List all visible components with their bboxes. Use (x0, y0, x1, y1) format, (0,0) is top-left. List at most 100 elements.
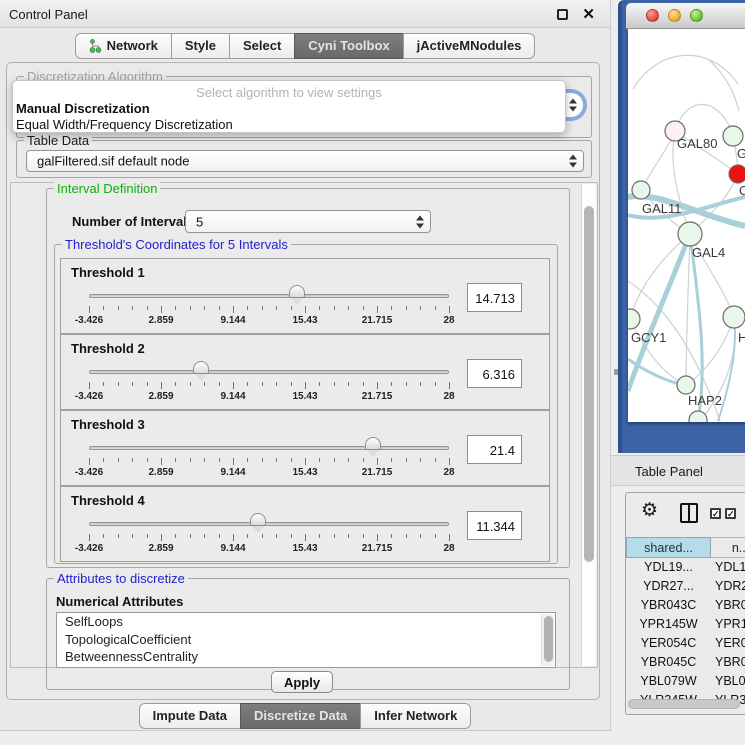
tab-label: Network (107, 38, 158, 53)
combo-value: 5 (196, 214, 203, 229)
algorithm-dropdown-popup: Select algorithm to view settings Manual… (12, 80, 566, 133)
horizontal-scrollbar[interactable] (628, 699, 740, 709)
combo-value: galFiltered.sif default node (37, 154, 189, 169)
threshold-value-field[interactable]: 14.713 (467, 283, 522, 312)
node-partial-top-right[interactable] (723, 126, 743, 146)
tab-jactivemnodules[interactable]: jActiveMNodules (403, 33, 536, 59)
tab-label: jActiveMNodules (417, 38, 522, 53)
control-panel-tabbar: Network Style Select Cyni Toolbox jActiv… (0, 33, 610, 59)
threshold-value-field[interactable]: 11.344 (467, 511, 522, 540)
slider-thumb[interactable] (289, 285, 305, 298)
control-panel-window: Control Panel ✕ Network Style (0, 0, 611, 731)
table-row[interactable]: YIL052CYIL0... (626, 710, 745, 715)
tab-select[interactable]: Select (229, 33, 295, 59)
node-label: C (739, 183, 745, 198)
table-row[interactable]: YDR27...YDR2... (626, 577, 745, 596)
numerical-attributes-label: Numerical Attributes (56, 594, 183, 609)
table-header-row: shared... n... (626, 537, 745, 558)
table-row[interactable]: YBR045CYBR0... (626, 653, 745, 672)
table-row[interactable]: YER054CYER0... (626, 634, 745, 653)
list-item[interactable]: BetweennessCentrality (57, 648, 555, 666)
slider-thumb[interactable] (193, 361, 209, 374)
group-title: Attributes to discretize (54, 571, 188, 586)
slider-track[interactable] (89, 446, 449, 450)
slider-thumb[interactable] (250, 513, 266, 526)
node-gcy1[interactable] (628, 309, 640, 329)
network-canvas[interactable]: GAL80 G C GAL11 GAL4 GCY1 H HAP2 (628, 29, 745, 422)
threshold-panel: Threshold 3-3.4262.8599.14415.4321.71528… (60, 410, 550, 486)
network-icon (89, 39, 102, 53)
checkbox-icon[interactable]: ✓ (710, 508, 721, 519)
threshold-label: Threshold 4 (71, 493, 145, 508)
minimize-traffic-light-icon[interactable] (668, 9, 681, 22)
tab-infer-network[interactable]: Infer Network (360, 703, 471, 729)
tab-style[interactable]: Style (171, 33, 230, 59)
table-row[interactable]: YBR043CYBR0... (626, 596, 745, 615)
node-hap2[interactable] (677, 376, 695, 394)
scrollbar-thumb[interactable] (584, 206, 594, 562)
checkbox-icon[interactable]: ✓ (725, 508, 736, 519)
page-title: Control Panel (9, 7, 88, 22)
tab-discretize-data[interactable]: Discretize Data (240, 703, 361, 729)
cyni-bottom-tabbar: Impute Data Discretize Data Infer Networ… (0, 703, 610, 729)
tab-label: Select (243, 38, 281, 53)
control-panel-titlebar: Control Panel ✕ (0, 0, 610, 28)
threshold-value-field[interactable]: 21.4 (467, 435, 522, 464)
zoom-traffic-light-icon[interactable] (690, 9, 703, 22)
close-icon[interactable]: ✕ (582, 5, 595, 23)
slider-thumb[interactable] (365, 437, 381, 450)
slider-track[interactable] (89, 522, 449, 526)
network-view-window: GAL80 G C GAL11 GAL4 GCY1 H HAP2 (618, 0, 745, 453)
list-scrollbar[interactable] (541, 614, 554, 666)
node-selected-red[interactable] (729, 165, 745, 183)
list-item[interactable]: SelfLoops (57, 613, 555, 631)
menu-item-equal-width-frequency[interactable]: Equal Width/Frequency Discretization (16, 117, 562, 132)
scale-labels: -3.4262.8599.14415.4321.71528 (61, 467, 549, 479)
float-window-icon[interactable] (557, 9, 568, 20)
tab-impute-data[interactable]: Impute Data (139, 703, 241, 729)
column-header-name[interactable]: n... (711, 537, 745, 558)
table-row[interactable]: YDL19...YDL1... (626, 558, 745, 577)
group-title: Table Data (24, 133, 92, 148)
node-label: G (737, 146, 745, 161)
threshold-panel: Threshold 1-3.4262.8599.14415.4321.71528… (60, 258, 550, 334)
table-row[interactable]: YPR145WYPR1... (626, 615, 745, 634)
tab-network[interactable]: Network (75, 33, 172, 59)
node-partial-bottom[interactable] (689, 411, 707, 422)
tab-label: Cyni Toolbox (308, 38, 389, 53)
node-gal4[interactable] (678, 222, 702, 246)
tab-cyni-toolbox[interactable]: Cyni Toolbox (294, 33, 403, 59)
popup-placeholder: Select algorithm to view settings (13, 85, 565, 100)
close-traffic-light-icon[interactable] (646, 9, 659, 22)
node-label: GCY1 (631, 330, 666, 345)
node-label: GAL11 (642, 201, 682, 216)
scale-labels: -3.4262.8599.14415.4321.71528 (61, 543, 549, 555)
node-partial-right[interactable] (723, 306, 745, 328)
column-header-shared-name[interactable]: shared... (626, 537, 711, 558)
node-label: HAP2 (688, 393, 722, 408)
node-label: H (738, 330, 745, 345)
numerical-attributes-list[interactable]: SelfLoopsTopologicalCoefficientBetweenne… (56, 612, 556, 668)
number-of-intervals-combobox[interactable]: 5 (185, 210, 431, 233)
gear-icon[interactable]: ⚙ (641, 499, 658, 522)
slider-track[interactable] (89, 294, 449, 298)
threshold-value-field[interactable]: 6.316 (467, 359, 522, 388)
tab-label: Infer Network (374, 708, 457, 723)
combo-stepper-icon (415, 215, 424, 228)
column-layout-icon[interactable] (680, 503, 698, 523)
apply-button[interactable]: Apply (271, 671, 333, 693)
threshold-label: Threshold 2 (71, 341, 145, 356)
table-panel-title: Table Panel (635, 464, 703, 479)
table-data-combobox[interactable]: galFiltered.sif default node (26, 150, 584, 172)
combo-stepper-icon (568, 99, 577, 112)
node-gal11[interactable] (632, 181, 650, 199)
settings-scrollbar[interactable] (581, 184, 596, 666)
table-row[interactable]: YBL079WYBL0... (626, 672, 745, 691)
slider-track[interactable] (89, 370, 449, 374)
menu-item-manual-discretization[interactable]: Manual Discretization (16, 101, 562, 116)
node-label: GAL80 (677, 136, 717, 151)
threshold-panel: Threshold 4 -3.4262.8599.14415.4321.71528… (60, 486, 550, 562)
node-label: GAL4 (692, 245, 725, 260)
list-item[interactable]: TopologicalCoefficient (57, 631, 555, 649)
table-panel: ⚙ ✓ ✓ shared... n... YDL19...YDL1...YDR2… (625, 492, 745, 715)
